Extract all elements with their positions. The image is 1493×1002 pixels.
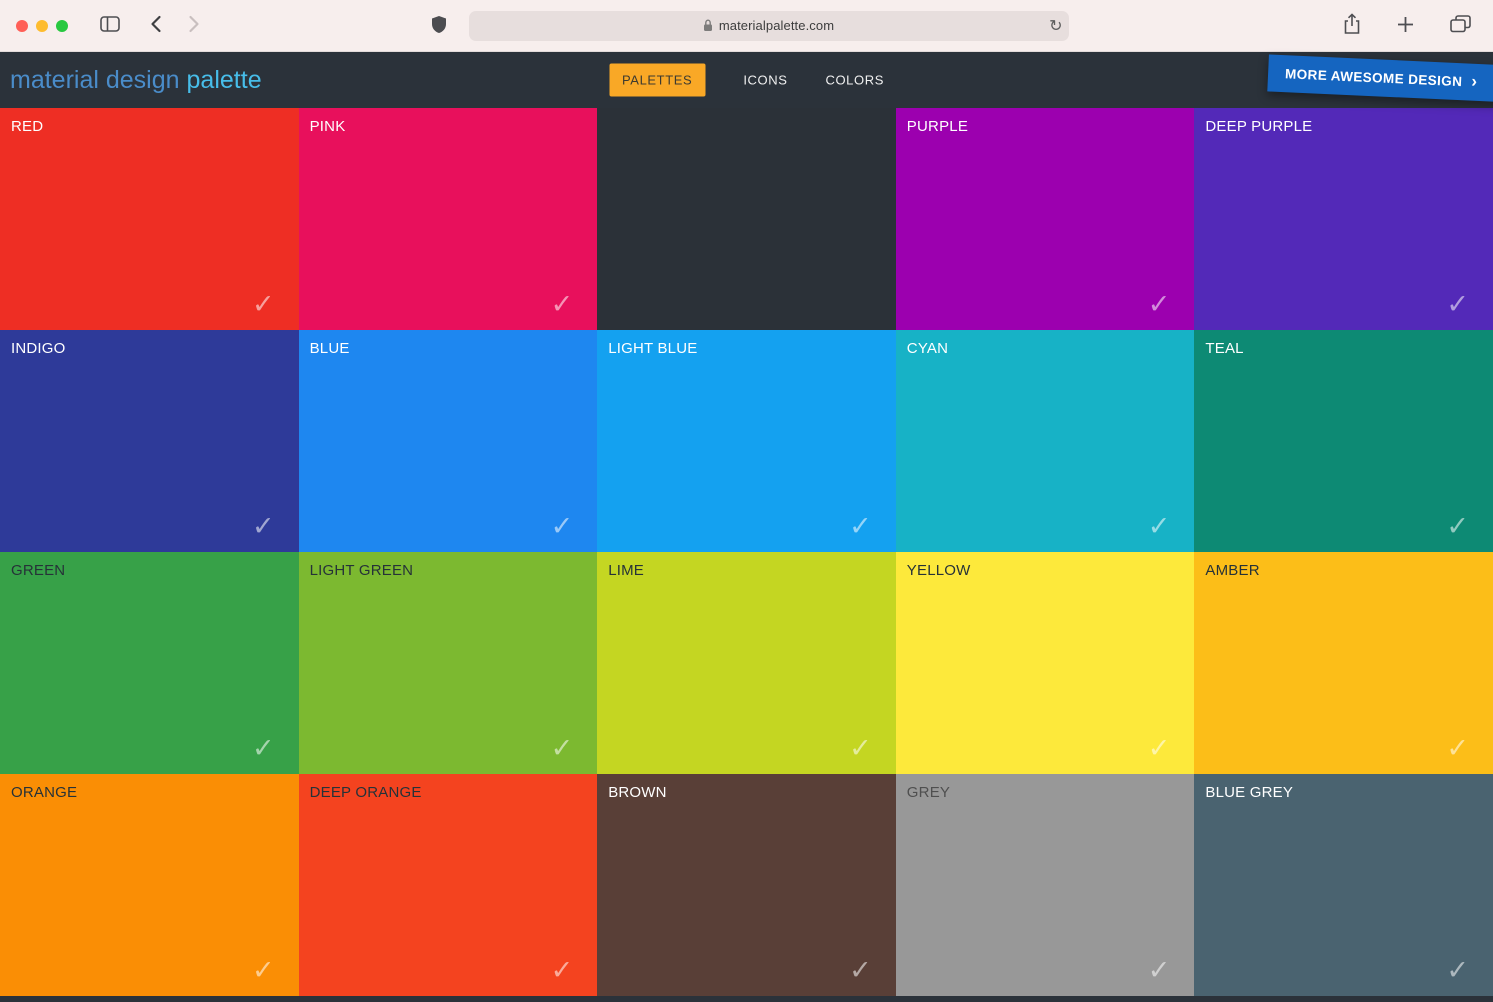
checkmark-icon: ✓: [550, 289, 574, 320]
checkmark-icon: ✓: [849, 733, 872, 764]
zoom-button[interactable]: [56, 19, 68, 32]
share-button[interactable]: [1337, 9, 1367, 42]
tabs-icon: [1450, 15, 1471, 36]
checkmark-icon: ✓: [550, 733, 574, 764]
tabs-overview-button[interactable]: [1444, 11, 1477, 40]
shield-icon: [431, 15, 447, 37]
banner-label: MORE AWESOME DESIGN: [1284, 66, 1463, 90]
color-tile-label: DEEP ORANGE: [309, 784, 422, 801]
checkmark-icon: ✓: [550, 955, 574, 986]
color-tile-green[interactable]: GREEN ✓: [0, 552, 299, 774]
color-tile-label: PURPLE: [906, 118, 969, 135]
color-tile-label: LIME: [608, 562, 644, 579]
plus-icon: [1397, 16, 1414, 36]
checkmark-icon: ✓: [1147, 733, 1171, 764]
color-tile-blue-grey[interactable]: BLUE GREY ✓: [1194, 774, 1493, 996]
color-tile-yellow[interactable]: YELLOW ✓: [895, 552, 1195, 774]
chevron-left-icon: [150, 15, 162, 36]
address-bar-group: materialpalette.com ↻: [425, 10, 1069, 41]
color-tile-label: TEAL: [1205, 340, 1244, 357]
color-tile-label: DEEP PURPLE: [1205, 118, 1313, 135]
color-tile-deep-purple[interactable]: DEEP PURPLE ✓: [1194, 108, 1493, 330]
checkmark-icon: ✓: [1147, 511, 1171, 542]
color-tile-label: BROWN: [608, 784, 667, 801]
color-tile-grey[interactable]: GREY ✓: [895, 774, 1195, 996]
lock-icon: [703, 19, 713, 32]
color-tile-amber[interactable]: AMBER ✓: [1194, 552, 1493, 774]
browser-window: materialpalette.com ↻ material design pa…: [0, 0, 1493, 1002]
color-tile-label: INDIGO: [11, 340, 66, 357]
privacy-shield-button[interactable]: [425, 11, 453, 41]
window-controls: [16, 19, 68, 32]
checkmark-icon: ✓: [1446, 289, 1469, 320]
color-tile-purple[interactable]: PURPLE ✓: [895, 108, 1195, 330]
color-tile-lime[interactable]: LIME ✓: [597, 552, 896, 774]
browser-chrome: materialpalette.com ↻: [0, 0, 1493, 52]
history-buttons: [144, 11, 206, 40]
color-tile-orange[interactable]: ORANGE ✓: [0, 774, 299, 996]
color-tile-label: AMBER: [1205, 562, 1260, 579]
checkmark-icon: ✓: [1446, 955, 1469, 986]
color-tile-label: BLUE: [309, 340, 350, 357]
tab-colors[interactable]: COLORS: [825, 73, 884, 88]
color-tile-pink[interactable]: PINK ✓: [298, 108, 598, 330]
sidebar-icon: [100, 16, 120, 35]
checkmark-icon: ✓: [1147, 289, 1171, 320]
checkmark-icon: ✓: [251, 511, 275, 542]
checkmark-icon: ✓: [550, 511, 574, 542]
refresh-button[interactable]: ↻: [1049, 17, 1062, 34]
color-tile-label: ORANGE: [11, 784, 78, 801]
color-tile-label: LIGHT GREEN: [309, 562, 414, 579]
color-tile-label: YELLOW: [906, 562, 971, 579]
site-logo[interactable]: material design palette: [10, 66, 262, 95]
logo-text-primary: material design: [10, 65, 180, 94]
share-icon: [1343, 13, 1361, 38]
color-tile-label: CYAN: [906, 340, 949, 357]
forward-button[interactable]: [182, 11, 206, 40]
color-tile-teal[interactable]: TEAL ✓: [1194, 330, 1493, 552]
color-tile-red[interactable]: RED ✓: [0, 108, 299, 330]
logo-text-accent: palette: [186, 65, 262, 94]
back-button[interactable]: [144, 11, 168, 40]
color-tile-indigo[interactable]: INDIGO ✓: [0, 330, 299, 552]
color-tile-blank[interactable]: [597, 108, 896, 330]
url-text: materialpalette.com: [718, 18, 835, 33]
address-bar[interactable]: materialpalette.com ↻: [468, 10, 1069, 41]
new-tab-button[interactable]: [1391, 12, 1420, 40]
color-tile-light-green[interactable]: LIGHT GREEN ✓: [298, 552, 598, 774]
color-tile-label: LIGHT BLUE: [608, 340, 698, 357]
close-button[interactable]: [16, 19, 28, 32]
checkmark-icon: ✓: [849, 955, 872, 986]
color-tile-blue[interactable]: BLUE ✓: [298, 330, 598, 552]
checkmark-icon: ✓: [1147, 955, 1171, 986]
palette-grid: RED ✓ PINK ✓ PURPLE ✓ DEEP PURPLE ✓ INDIGO ✓ BLUE ✓…: [0, 108, 1493, 996]
checkmark-icon: ✓: [1446, 511, 1469, 542]
color-tile-label: RED: [11, 118, 44, 135]
color-tile-label: GREY: [906, 784, 951, 801]
chevron-right-icon: ›: [1470, 71, 1478, 91]
toolbar-right: [1337, 9, 1477, 42]
main-nav: PALETTES ICONS COLORS: [609, 63, 884, 97]
checkmark-icon: ✓: [849, 511, 872, 542]
tab-palettes[interactable]: PALETTES: [609, 63, 706, 97]
checkmark-icon: ✓: [251, 955, 275, 986]
checkmark-icon: ✓: [251, 289, 275, 320]
color-tile-label: BLUE GREY: [1205, 784, 1294, 801]
color-tile-label: GREEN: [11, 562, 66, 579]
checkmark-icon: ✓: [251, 733, 275, 764]
color-tile-label: PINK: [309, 118, 346, 135]
chevron-right-icon: [188, 15, 200, 36]
color-tile-cyan[interactable]: CYAN ✓: [895, 330, 1195, 552]
color-tile-deep-orange[interactable]: DEEP ORANGE ✓: [298, 774, 598, 996]
tab-icons[interactable]: ICONS: [743, 73, 787, 88]
checkmark-icon: ✓: [1446, 733, 1469, 764]
minimize-button[interactable]: [36, 19, 48, 32]
color-tile-light-blue[interactable]: LIGHT BLUE ✓: [597, 330, 896, 552]
color-tile-brown[interactable]: BROWN ✓: [597, 774, 896, 996]
sidebar-toggle-button[interactable]: [94, 12, 126, 39]
